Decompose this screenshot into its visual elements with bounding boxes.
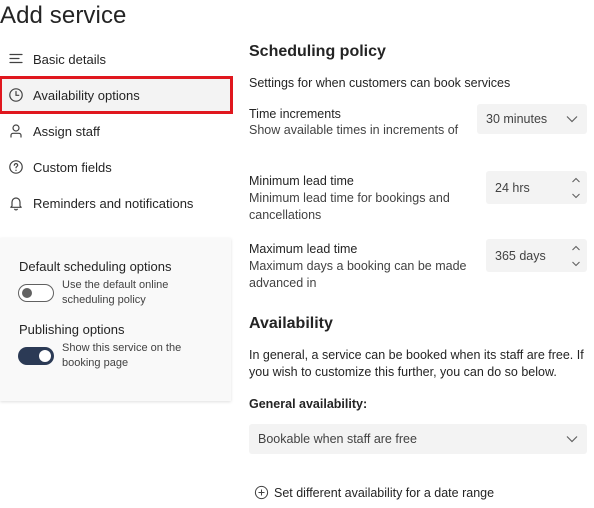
time-increments-select[interactable]: 30 minutes [477,104,587,134]
time-increments-description: Show available times in increments of [249,123,459,137]
maximum-lead-time-description: Maximum days a booking can be made advan… [249,259,467,290]
availability-title: Availability [249,315,333,332]
options-card: Default scheduling options Use the defau… [0,238,231,401]
nav-item-label: Assign staff [33,123,100,139]
nav-item-label: Availability options [33,87,140,103]
general-availability-label: General availability: [249,397,368,411]
nav-item-availability-options[interactable]: Availability options [0,76,233,114]
add-circle-icon [254,485,269,500]
nav-item-assign-staff[interactable]: Assign staff [0,113,232,149]
general-availability-value: Bookable when staff are free [258,432,417,446]
add-date-range-availability-link[interactable]: Set different availability for a date ra… [254,485,494,500]
maximum-lead-time-label: Maximum lead time [249,242,358,256]
spin-buttons [571,244,581,268]
scheduling-policy-title: Scheduling policy [249,43,386,60]
minimum-lead-time-value: 24 hrs [495,180,530,195]
toggle-knob [39,350,51,362]
scheduling-intro: Settings for when customers can book ser… [249,76,511,90]
minimum-lead-time-input[interactable]: 24 hrs [486,171,587,204]
decrement-chevron-down-icon[interactable] [571,260,581,268]
spin-buttons [571,176,581,200]
increment-chevron-up-icon[interactable] [571,176,581,184]
nav-item-label: Custom fields [33,159,112,175]
nav-item-basic-details[interactable]: Basic details [0,41,232,77]
nav-item-reminders[interactable]: Reminders and notifications [0,185,232,221]
nav-item-label: Reminders and notifications [33,195,194,211]
lines-icon [8,51,24,67]
publishing-toggle[interactable] [18,347,54,365]
increment-chevron-up-icon[interactable] [571,244,581,252]
person-icon [8,123,24,139]
page-title: Add service [0,2,127,29]
maximum-lead-time-input[interactable]: 365 days [486,239,587,272]
clock-icon [8,87,24,103]
toggle-knob [22,288,32,298]
maximum-lead-time-value: 365 days [495,248,546,263]
chevron-down-icon [566,436,578,443]
add-date-range-link-label: Set different availability for a date ra… [274,485,495,500]
nav-item-label: Basic details [33,51,106,67]
default-scheduling-heading: Default scheduling options [19,259,172,274]
decrement-chevron-down-icon[interactable] [571,192,581,200]
side-nav: Basic details Availability options Assig… [0,41,233,221]
nav-item-custom-fields[interactable]: Custom fields [0,149,232,185]
general-availability-select[interactable]: Bookable when staff are free [249,424,587,454]
time-increments-label: Time increments [249,107,341,121]
bell-icon [8,195,24,211]
publishing-options-heading: Publishing options [19,322,125,337]
minimum-lead-time-label: Minimum lead time [249,174,354,188]
default-scheduling-toggle[interactable] [18,284,54,302]
availability-description: In general, a service can be booked when… [249,348,584,379]
publishing-toggle-label: Show this service on the booking page [62,342,182,369]
chevron-down-icon [566,116,578,123]
time-increments-value: 30 minutes [486,112,548,126]
minimum-lead-time-description: Minimum lead time for bookings and cance… [249,191,450,222]
default-scheduling-toggle-label: Use the default online scheduling policy [62,279,169,306]
question-icon [8,159,24,175]
